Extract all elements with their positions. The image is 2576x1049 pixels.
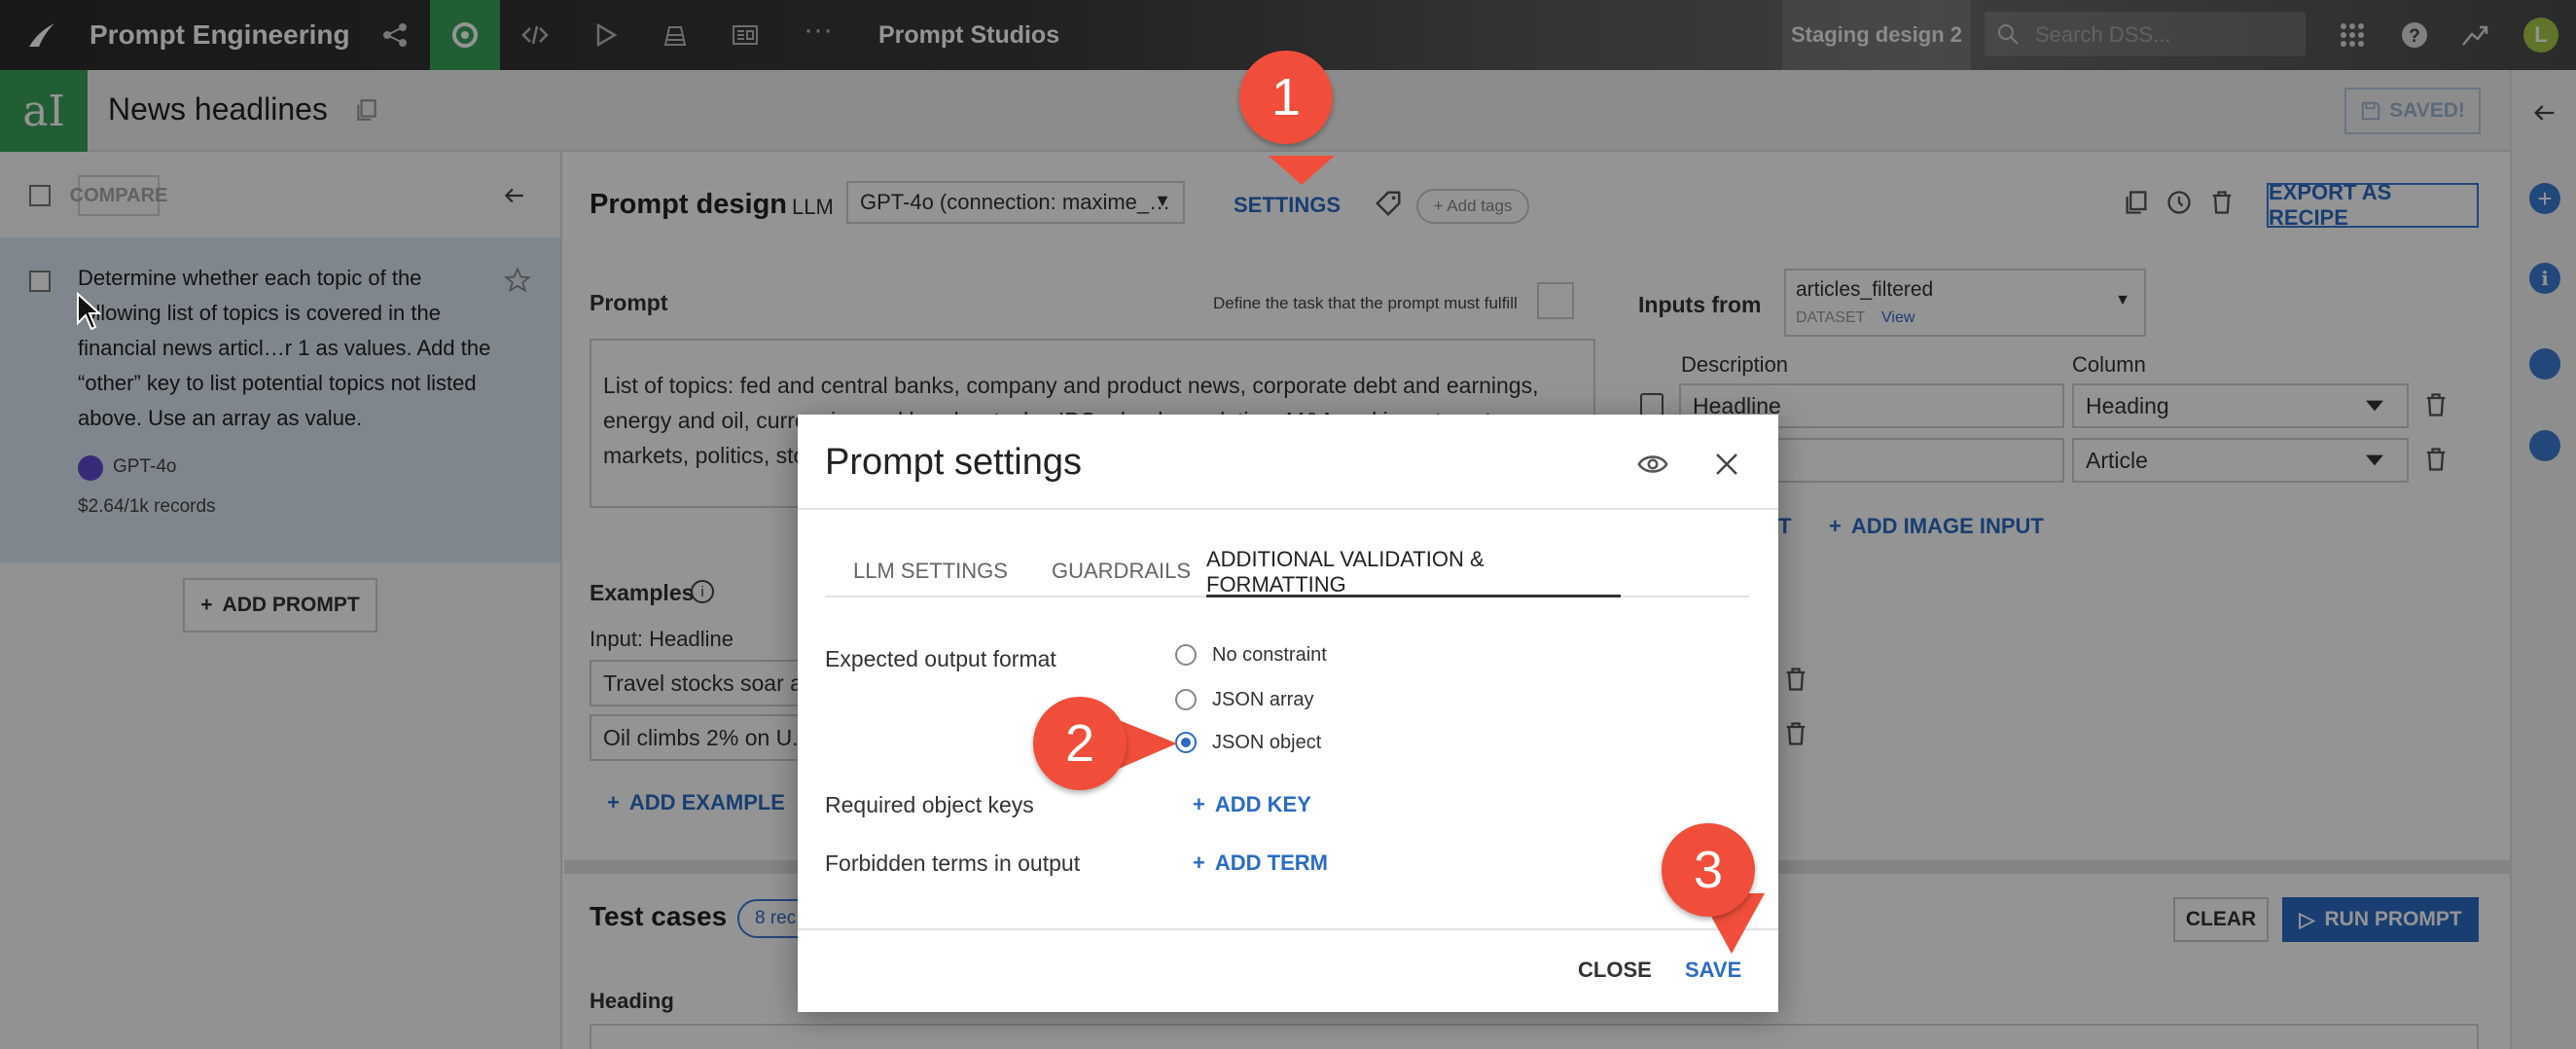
eye-icon[interactable] — [1636, 448, 1669, 481]
modal-footer-divider — [798, 928, 1778, 930]
option-json-array-label[interactable]: JSON array — [1212, 689, 1313, 711]
forbidden-terms-label: Forbidden terms in output — [825, 850, 1081, 876]
option-json-object-label[interactable]: JSON object — [1212, 732, 1321, 754]
plus-icon: + — [1193, 792, 1205, 816]
close-icon[interactable] — [1712, 450, 1741, 479]
plus-icon: + — [1193, 850, 1205, 875]
radio-no-constraint[interactable] — [1175, 644, 1197, 666]
prompt-settings-modal: Prompt settings LLM SETTINGS GUARDRAILS … — [798, 415, 1778, 1012]
callout-3: 3 — [1662, 823, 1755, 917]
callout-2: 2 — [1033, 697, 1127, 790]
tab-guardrails[interactable]: GUARDRAILS — [1052, 559, 1191, 584]
close-button[interactable]: CLOSE — [1578, 958, 1652, 983]
mouse-cursor-icon — [77, 292, 101, 331]
modal-header-divider — [798, 508, 1778, 510]
callout-1: 1 — [1239, 51, 1333, 144]
tab-llm-settings[interactable]: LLM SETTINGS — [853, 559, 1008, 584]
add-term-label: ADD TERM — [1214, 850, 1328, 875]
add-key-link[interactable]: + ADD KEY — [1193, 792, 1311, 817]
required-object-keys-label: Required object keys — [825, 792, 1034, 817]
add-key-label: ADD KEY — [1214, 792, 1311, 816]
option-no-constraint-label[interactable]: No constraint — [1212, 644, 1327, 667]
add-term-link[interactable]: + ADD TERM — [1193, 850, 1328, 876]
expected-output-format-label: Expected output format — [825, 646, 1056, 671]
tab-additional-validation[interactable]: ADDITIONAL VALIDATION & FORMATTING — [1206, 547, 1621, 597]
modal-title: Prompt settings — [825, 442, 1082, 483]
